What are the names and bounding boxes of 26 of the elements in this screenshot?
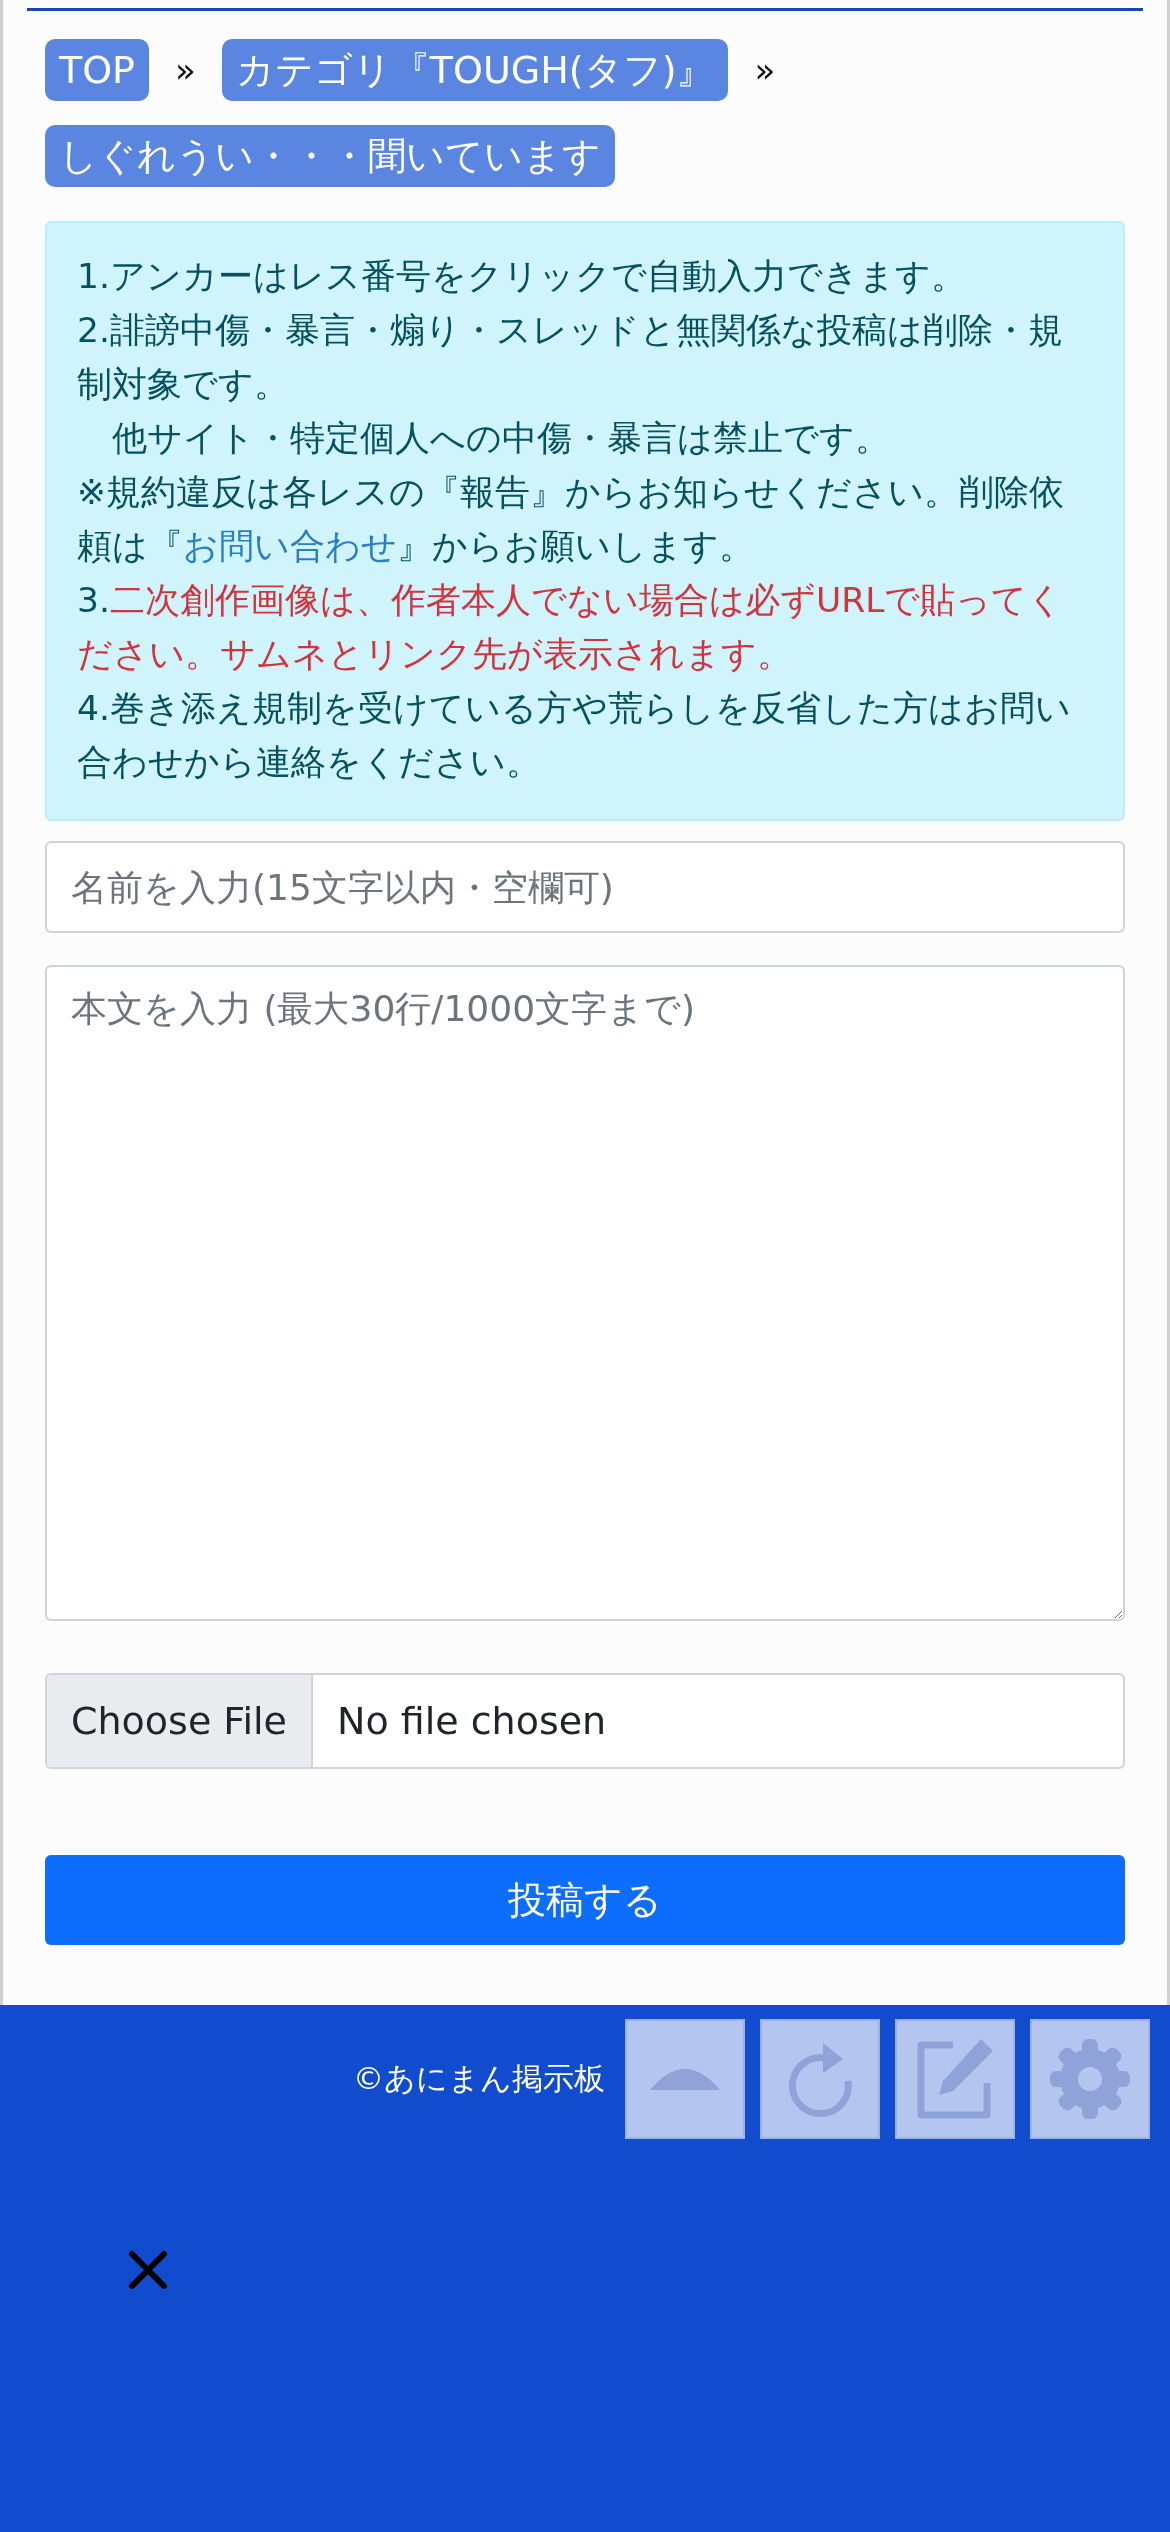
breadcrumb-separator: »: [175, 50, 196, 90]
triangle-icon: [650, 2068, 720, 2090]
settings-icon: [1048, 2037, 1132, 2121]
notice-text: 1.アンカーはレス番号をクリックで自動入力できます。: [77, 255, 967, 298]
settings-button[interactable]: [1030, 2019, 1150, 2139]
choose-file-button[interactable]: Choose File: [47, 1675, 313, 1767]
name-field[interactable]: 名前を入力(15文字以内・空欄可): [45, 841, 1125, 933]
submit-button[interactable]: 投稿する: [45, 1855, 1125, 1945]
close-icon[interactable]: [128, 2250, 168, 2290]
file-status: No file chosen: [335, 1698, 608, 1745]
file-field[interactable]: Choose File No file chosen: [45, 1673, 1125, 1769]
reload-button[interactable]: [760, 2019, 880, 2139]
copyright-text: ©あにまん掲示板: [353, 2059, 605, 2098]
breadcrumb-link[interactable]: TOP: [45, 39, 150, 101]
edit-button[interactable]: [895, 2019, 1015, 2139]
scroll-top-button[interactable]: [625, 2019, 745, 2139]
breadcrumb-link[interactable]: カテゴリ『TOUGH(タフ)』: [221, 39, 729, 101]
notice-text: 3.二次創作画像は、作者本人でない場合は必ずURLで貼ってください。サムネとリンク先が表示されます。: [77, 579, 1065, 676]
notice-text: 2.誹謗中傷・暴言・煽り・スレッドと無関係な投稿は削除・規制対象です。: [77, 309, 1064, 406]
notice-text: ※規約違反は各レスの『報告』からお知らせください。削除依頼は『お問い合わせ』からお願いします。: [77, 471, 1065, 568]
breadcrumb-separator: »: [754, 50, 776, 90]
notice-text: 他サイト・特定個人への中傷・暴言は禁止です。: [111, 417, 891, 460]
contact-link[interactable]: お問い合わせ: [183, 526, 397, 566]
body-field[interactable]: 本文を入力 (最大30行/1000文字まで): [45, 965, 1125, 1621]
notice-text: 4.巻き添え規制を受けている方や荒らしを反省した方はお問い合わせから連絡をください。: [77, 687, 1072, 784]
breadcrumb-link[interactable]: しぐれうい・・・聞いています: [45, 125, 615, 187]
